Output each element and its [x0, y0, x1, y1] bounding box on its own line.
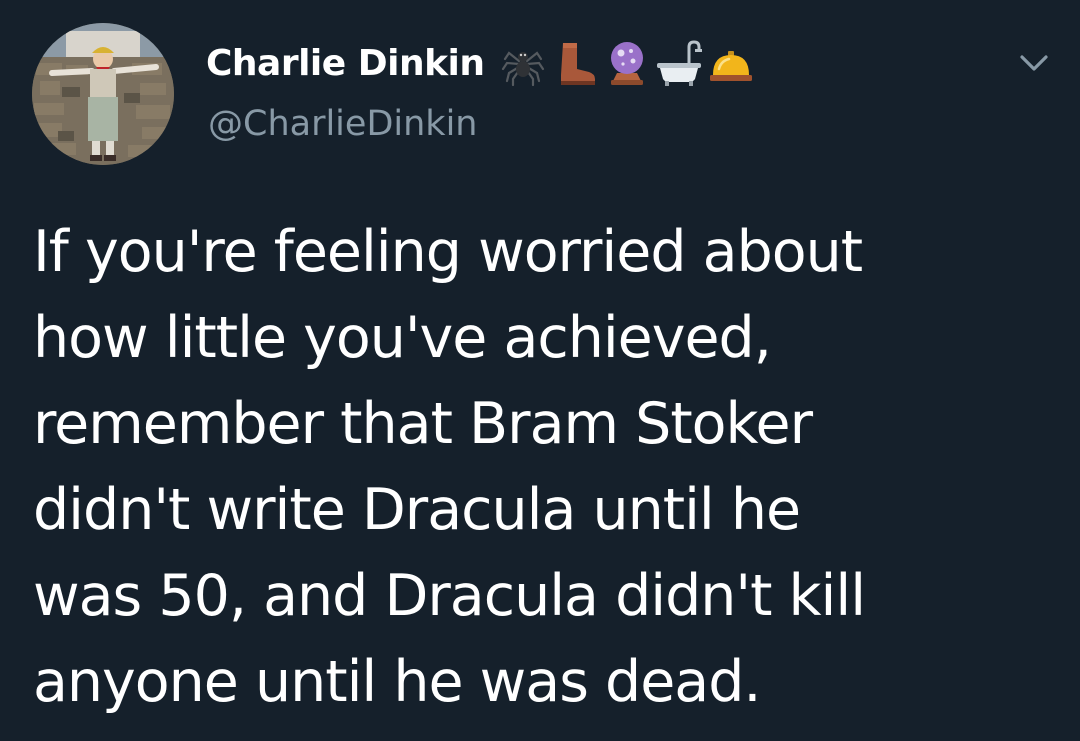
author-name-row: Charlie Dinkin	[206, 37, 755, 89]
name-emoji-group	[499, 39, 755, 87]
bathtub-icon	[656, 40, 702, 86]
boot-icon	[560, 43, 595, 85]
author-handle[interactable]: @CharlieDinkin	[208, 104, 477, 144]
tweet-card: Charlie Dinkin @CharlieDinkin If you're …	[0, 0, 1080, 741]
author-display-name[interactable]: Charlie Dinkin	[206, 43, 485, 84]
tweet-text: If you're feeling worried about how litt…	[33, 219, 866, 715]
chevron-down-icon[interactable]	[1014, 48, 1054, 78]
crystal-ball-icon	[610, 42, 643, 85]
spider-icon	[501, 51, 544, 87]
bellhop-bell-icon	[709, 51, 752, 81]
avatar[interactable]	[32, 23, 174, 165]
avatar-photo	[32, 23, 174, 165]
